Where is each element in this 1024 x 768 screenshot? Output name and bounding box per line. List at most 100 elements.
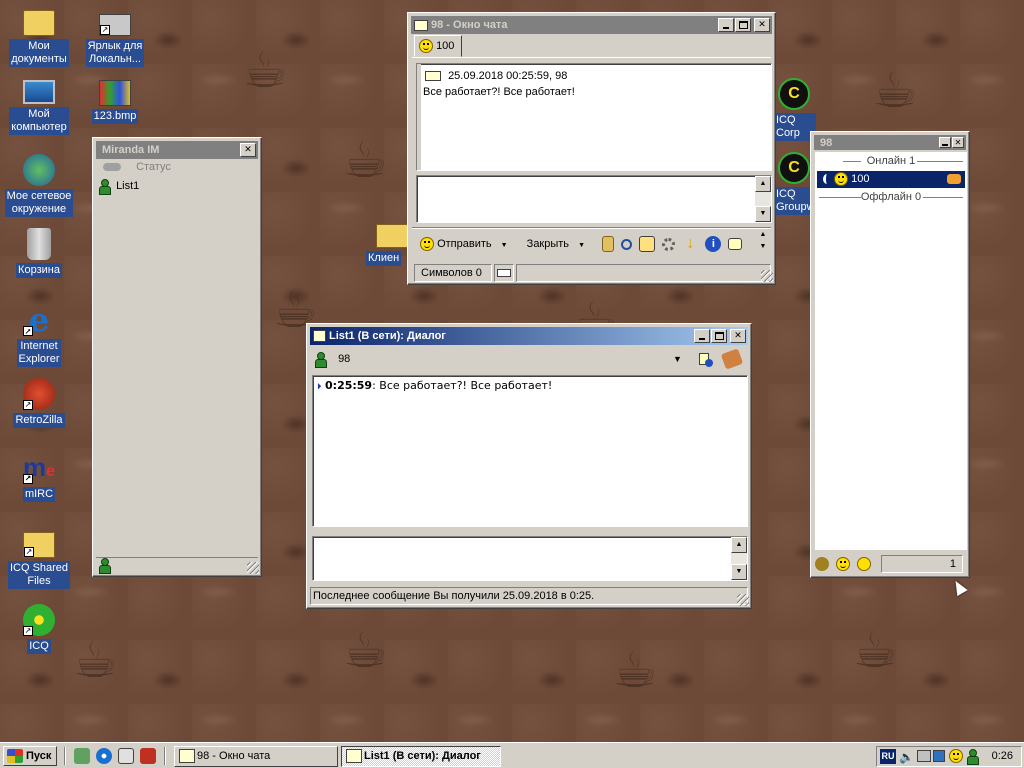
folder-icon (376, 224, 408, 248)
person-icon (99, 558, 111, 574)
history-icon[interactable] (602, 236, 615, 253)
language-indicator[interactable]: RU (880, 749, 896, 764)
arrow-down-icon[interactable]: ↓ (682, 236, 698, 252)
desktop-icon-icq[interactable]: ↗ ICQ (0, 604, 78, 654)
start-button[interactable]: Пуск (3, 746, 57, 766)
close-button[interactable]: ✕ (730, 329, 746, 343)
task-chat-window[interactable]: 98 - Окно чата (174, 746, 338, 767)
smiley-tray-icon[interactable] (949, 749, 963, 763)
chat-titlebar[interactable]: 98 - Окно чата ✕ (411, 16, 772, 34)
status-bar-icon[interactable] (99, 558, 111, 574)
chat-input-field[interactable]: ▲ ▼ (416, 175, 772, 223)
miranda-tray-icon[interactable] (967, 749, 979, 765)
chat-window-icon (179, 749, 195, 763)
windows-logo-icon (7, 749, 23, 763)
chat-window[interactable]: 98 - Окно чата ✕ 100 25.09.2018 00:25:59… (407, 12, 776, 285)
close-button[interactable]: ✕ (952, 137, 964, 148)
volume-icon[interactable]: 🔈 (899, 750, 914, 764)
history-book-icon[interactable] (720, 348, 744, 370)
keyboard-status-icon[interactable] (494, 264, 514, 282)
clock[interactable]: 0:26 (992, 749, 1013, 764)
send-button[interactable]: Отправить ▼ (416, 233, 512, 257)
wallpaper-cup-icon: ☕ (612, 642, 658, 698)
contact-item-100[interactable]: 100 (817, 171, 965, 188)
dialog-input-field[interactable]: ▲ ▼ (312, 536, 748, 581)
desktop-icon-mirc[interactable]: me ↗ mIRC (0, 452, 78, 502)
user-info-icon[interactable] (697, 351, 713, 367)
maximize-button[interactable] (711, 329, 727, 343)
chat-message-log[interactable]: 25.09.2018 00:25:59, 98 Все работает?! В… (416, 63, 772, 171)
resize-grip[interactable] (761, 270, 773, 282)
contact-list-item[interactable]: List1 (99, 178, 139, 196)
desktop-icon-bitmap[interactable]: 123.bmp (76, 80, 154, 124)
maximize-button[interactable] (735, 18, 751, 32)
tab-100[interactable]: 100 (414, 35, 462, 57)
contact-list-pane[interactable]: Онлайн 1 100 Оффлайн 0 (815, 152, 967, 550)
chat-window-icon (414, 19, 428, 31)
monitor-tray-icon[interactable] (933, 750, 945, 762)
moon-icon (823, 174, 831, 185)
chevron-down-icon[interactable]: ▼ (673, 354, 682, 364)
desktop-icon-local-shortcut[interactable]: ↗ Ярлык для Локальн... (76, 6, 154, 67)
contact-list-titlebar[interactable]: 98 ✕ (814, 135, 966, 150)
status-circle-icon[interactable] (857, 557, 872, 572)
desktop-icon-icq-shared-files[interactable]: ↗ ICQ Shared Files (0, 528, 78, 589)
ie-quicklaunch-icon[interactable] (96, 748, 112, 764)
minimize-button[interactable] (694, 329, 710, 343)
computer-icon (23, 80, 55, 104)
miranda-main-window[interactable]: Miranda IM ✕ Статус List1 (92, 137, 262, 577)
wallpaper-cup-icon: ☕ (852, 622, 898, 678)
desktop-icon-my-documents[interactable]: Мои документы (0, 6, 78, 67)
scroll-down-icon[interactable]: ▼ (755, 206, 771, 222)
folder-documents-icon (23, 10, 55, 36)
input-scrollbar[interactable]: ▲ ▼ (731, 537, 747, 580)
desktop-icon-retrozilla[interactable]: ↗ RetroZilla (0, 378, 78, 428)
close-chat-button[interactable]: Закрыть ▼ (523, 233, 589, 257)
dialog-message-log[interactable]: ⏵ 0:25:59: Все работает?! Все работает! (312, 375, 748, 527)
resize-grip[interactable] (737, 594, 749, 606)
taskbar: Пуск 98 - Окно чата List1 (В сети): Диал… (0, 742, 1024, 768)
icq-groupware-icon: C (778, 152, 810, 184)
show-desktop-icon[interactable] (74, 748, 90, 764)
desktop-icon-internet-explorer[interactable]: e ↗ Internet Explorer (0, 304, 78, 367)
info-icon[interactable]: i (705, 236, 722, 253)
outlook-quicklaunch-icon[interactable] (118, 748, 134, 764)
dialog-status-bar: Последнее сообщение Вы получили 25.09.20… (310, 587, 748, 605)
scroll-down-icon[interactable]: ▼ (731, 564, 747, 580)
task-dialog-window[interactable]: List1 (В сети): Диалог (341, 746, 501, 767)
close-button[interactable]: ✕ (240, 143, 256, 157)
retrozilla-quicklaunch-icon[interactable] (140, 748, 156, 764)
gear-icon[interactable] (662, 237, 676, 251)
formatting-icon[interactable] (639, 236, 656, 253)
group-online[interactable]: Онлайн 1 (815, 154, 967, 168)
minimize-button[interactable] (939, 137, 951, 148)
close-button[interactable]: ✕ (754, 18, 770, 32)
menu-icon[interactable] (815, 557, 829, 572)
input-scrollbar[interactable]: ▲ ▼ (755, 176, 771, 222)
desktop-icon-recycle-bin[interactable]: Корзина (0, 228, 78, 278)
ie-icon: e ↗ (23, 301, 50, 339)
search-icon[interactable] (621, 238, 633, 250)
network-tray-icon[interactable] (917, 750, 931, 762)
dialog-contact-header[interactable]: 98 (315, 350, 350, 369)
scroll-up-icon[interactable]: ▲ (755, 176, 771, 192)
minimize-button[interactable] (718, 18, 734, 32)
status-row[interactable]: Статус (103, 159, 171, 175)
desktop-icon-network[interactable]: Мое сетевое окружение (0, 154, 78, 217)
desktop-icon-client-folder[interactable]: Клиен (366, 220, 410, 266)
icq-folder-icon: ↗ (23, 532, 55, 558)
messages-icon[interactable] (728, 238, 743, 251)
toolbar-scroller[interactable]: ▲ ▼ (757, 229, 769, 257)
dialog-window[interactable]: List1 (В сети): Диалог ✕ 98 ▼ ⏵ 0:25:59:… (306, 323, 752, 609)
dialog-titlebar[interactable]: List1 (В сети): Диалог ✕ (310, 327, 748, 345)
resize-grip[interactable] (247, 562, 259, 574)
scroll-up-icon[interactable]: ▲ (731, 537, 747, 553)
miranda-titlebar[interactable]: Miranda IM ✕ (96, 141, 258, 159)
status-smiley-icon[interactable] (836, 557, 851, 572)
incoming-arrow-icon: ⏵ (317, 382, 322, 392)
desktop-icon-my-computer[interactable]: Мой компьютер (0, 80, 78, 135)
contact-list-window[interactable]: 98 ✕ Онлайн 1 100 Оффлайн 0 1 (810, 131, 970, 578)
char-count-status: Символов 0 (414, 264, 492, 282)
group-offline[interactable]: Оффлайн 0 (815, 190, 967, 204)
contact-person-icon (99, 179, 111, 196)
